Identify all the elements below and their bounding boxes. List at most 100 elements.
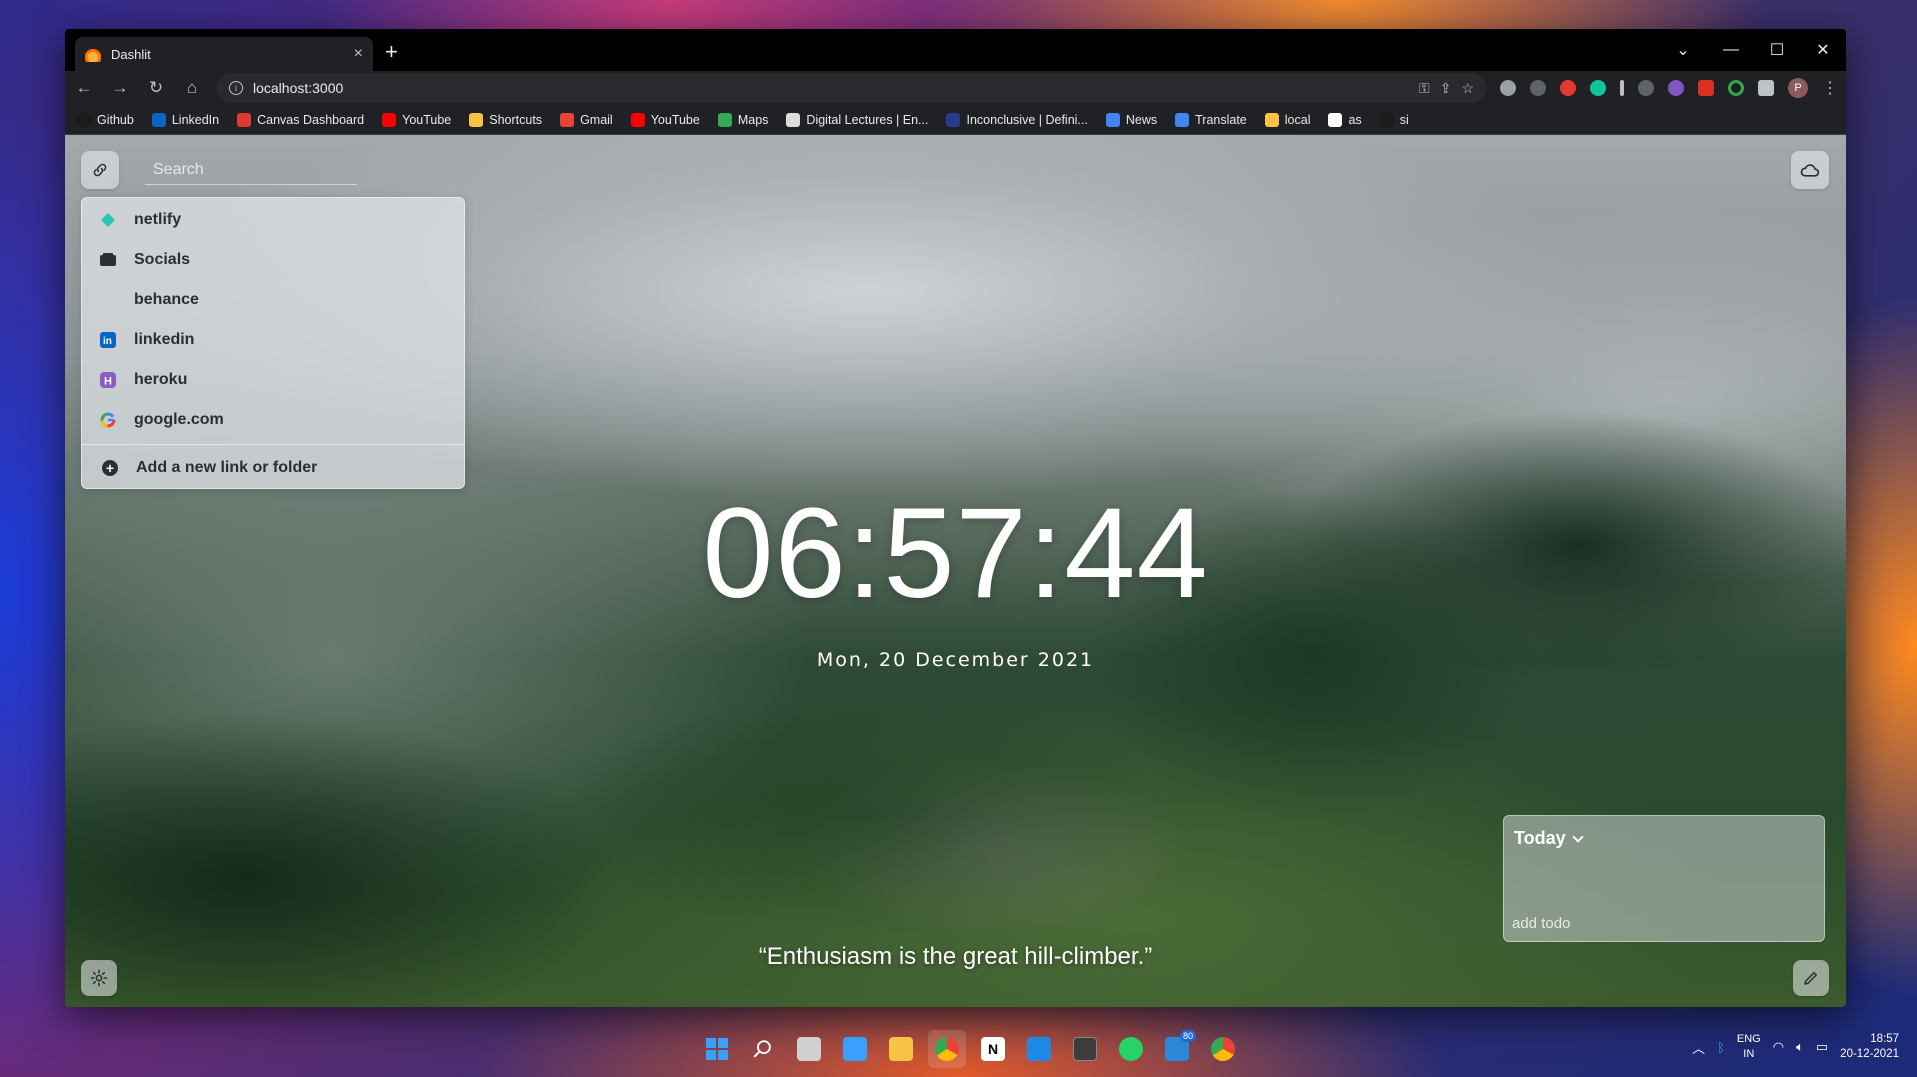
chrome-icon	[1211, 1037, 1235, 1061]
whatsapp-button[interactable]	[1112, 1030, 1150, 1068]
add-todo-input[interactable]	[1512, 912, 1812, 934]
link-behance[interactable]: behance	[82, 280, 464, 320]
new-tab-button[interactable]: +	[385, 39, 398, 65]
bookmark-item[interactable]: local	[1264, 112, 1311, 127]
tab-title: Dashlit	[111, 46, 151, 62]
link-linkedin[interactable]: in linkedin	[82, 320, 464, 360]
chrome-button[interactable]	[1204, 1030, 1242, 1068]
url-text[interactable]: localhost:3000	[253, 80, 1409, 96]
settings-button[interactable]	[81, 960, 117, 996]
todo-list-selector[interactable]: Today	[1514, 828, 1584, 849]
back-button[interactable]: ←	[73, 78, 95, 98]
bookmark-label: local	[1284, 112, 1311, 127]
bookmark-item[interactable]: YouTube	[630, 112, 700, 127]
reload-button[interactable]: ↻	[145, 78, 167, 98]
edit-button[interactable]	[1793, 960, 1829, 996]
notion-button[interactable]: N	[974, 1030, 1012, 1068]
flame-favicon-icon	[85, 46, 101, 62]
bookmark-item[interactable]: YouTube	[382, 112, 451, 127]
bookmark-item[interactable]: Translate	[1175, 112, 1247, 127]
bookmark-item[interactable]: Shortcuts	[469, 112, 542, 127]
svg-text:in: in	[103, 336, 112, 347]
browser-window: Dashlit × + ⌄ — ☐ ✕ ← → ↻ ⌂ i localhost:…	[65, 29, 1846, 1007]
bookmark-item[interactable]: Github	[77, 112, 134, 127]
wifi-icon[interactable]: ◠	[1773, 1039, 1784, 1055]
bookmark-item[interactable]: Canvas Dashboard	[237, 112, 364, 127]
site-info-icon[interactable]: i	[229, 81, 243, 95]
vscode-button[interactable]	[1020, 1030, 1058, 1068]
bookmark-item[interactable]: LinkedIn	[151, 112, 219, 127]
folder-socials[interactable]: Socials	[82, 240, 464, 280]
volume-icon[interactable]: 🔈︎	[1796, 1039, 1804, 1055]
link-heroku[interactable]: H heroku	[82, 360, 464, 400]
share-icon[interactable]: ⇪	[1440, 80, 1452, 97]
extension-grammarly-icon[interactable]	[1590, 80, 1606, 96]
start-button[interactable]	[698, 1030, 736, 1068]
chrome-profile-button[interactable]	[928, 1030, 966, 1068]
bookmark-item[interactable]: Maps	[717, 112, 768, 127]
extension-red-icon[interactable]	[1560, 80, 1576, 96]
bookmark-star-icon[interactable]: ☆	[1461, 80, 1474, 97]
links-toggle-button[interactable]	[81, 151, 119, 189]
extension-red-square-icon[interactable]	[1698, 80, 1714, 96]
close-window-button[interactable]: ✕	[1800, 29, 1846, 71]
address-bar[interactable]: i localhost:3000 ⚿ ⇪ ☆	[217, 73, 1486, 103]
tab-close-icon[interactable]: ×	[354, 45, 363, 63]
folder-icon	[98, 250, 118, 270]
tab-dashlit[interactable]: Dashlit ×	[75, 37, 373, 71]
link-google[interactable]: google.com	[82, 400, 464, 440]
link-netlify[interactable]: netlify	[82, 200, 464, 240]
extension-purple-icon[interactable]	[1668, 80, 1684, 96]
folder-icon	[889, 1037, 913, 1061]
bookmark-item[interactable]: Inconclusive | Defini...	[946, 112, 1088, 127]
file-explorer-button[interactable]	[882, 1030, 920, 1068]
search-input[interactable]	[145, 155, 357, 185]
task-view-icon	[797, 1037, 821, 1061]
taskbar-clock[interactable]: 18:57 20-12-2021	[1840, 1032, 1899, 1062]
maximize-button[interactable]: ☐	[1754, 29, 1800, 71]
minimize-button[interactable]: —	[1708, 29, 1754, 71]
windows-logo-icon	[706, 1038, 728, 1060]
mail-button[interactable]: 80	[1158, 1030, 1196, 1068]
todo-title: Today	[1514, 828, 1566, 848]
forward-button[interactable]: →	[109, 78, 131, 98]
extension-fx-icon[interactable]	[1638, 80, 1654, 96]
profile-avatar[interactable]: P	[1788, 78, 1808, 98]
extensions-puzzle-icon[interactable]	[1758, 80, 1774, 96]
extension-bottle-icon[interactable]	[1530, 80, 1546, 96]
bluetooth-icon[interactable]: ᛒ	[1717, 1040, 1725, 1055]
extension-pen-icon[interactable]	[1620, 80, 1624, 96]
tab-search-button[interactable]: ⌄	[1660, 29, 1706, 71]
widgets-button[interactable]	[836, 1030, 874, 1068]
language-indicator[interactable]: ENG IN	[1737, 1032, 1761, 1062]
window-controls: ⌄ — ☐ ✕	[1660, 29, 1846, 71]
weather-button[interactable]	[1791, 151, 1829, 189]
bookmark-item[interactable]: Digital Lectures | En...	[786, 112, 928, 127]
link-label: linkedin	[134, 331, 195, 348]
bookmark-favicon-icon	[382, 112, 397, 127]
search-button[interactable]	[744, 1030, 782, 1068]
chevron-up-icon[interactable]: ︿	[1692, 1038, 1705, 1057]
key-icon[interactable]: ⚿	[1419, 80, 1430, 97]
battery-icon[interactable]: ▭	[1816, 1039, 1828, 1055]
extension-glasses-icon[interactable]	[1500, 80, 1516, 96]
bookmark-label: as	[1348, 112, 1362, 127]
terminal-button[interactable]	[1066, 1030, 1104, 1068]
bookmark-label: Inconclusive | Defini...	[966, 112, 1088, 127]
bookmark-favicon-icon	[786, 112, 801, 127]
task-view-button[interactable]	[790, 1030, 828, 1068]
windows-taskbar: N 80 ︿ ᛒ ENG IN ◠ 🔈︎ ▭ 18:57 20-12-2021	[0, 1022, 1917, 1077]
bookmark-label: News	[1125, 112, 1158, 127]
bookmark-item[interactable]: Gmail	[560, 112, 613, 127]
bookmark-favicon-icon	[630, 112, 645, 127]
linkedin-icon: in	[98, 330, 118, 350]
bookmark-item[interactable]: si	[1379, 112, 1409, 127]
browser-menu-icon[interactable]: ⋮	[1822, 78, 1838, 98]
bookmark-item[interactable]: News	[1105, 112, 1158, 127]
home-button[interactable]: ⌂	[181, 78, 203, 98]
bookmark-item[interactable]: as	[1328, 112, 1362, 127]
bookmark-favicon-icon	[77, 112, 91, 127]
extension-green-ring-icon[interactable]	[1728, 80, 1744, 96]
heroku-icon: H	[98, 370, 118, 390]
language-region: IN	[1743, 1048, 1755, 1060]
